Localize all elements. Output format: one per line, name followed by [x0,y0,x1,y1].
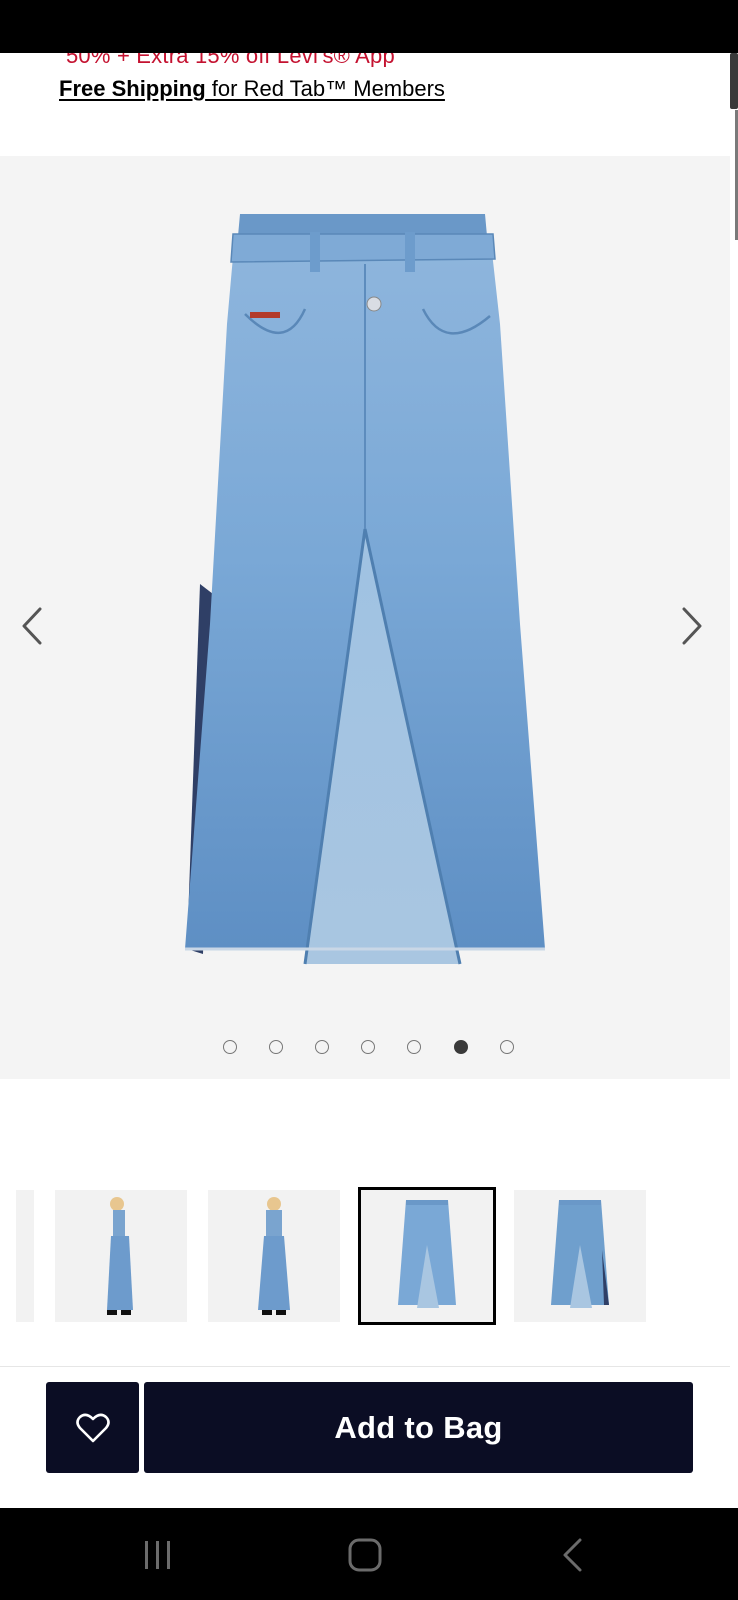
product-image [185,214,545,965]
free-shipping-bold: Free Shipping [59,76,206,101]
back-icon [563,1538,582,1572]
chevron-left-icon [22,607,42,645]
model-side-image [107,1197,133,1315]
carousel-dot[interactable] [315,1040,329,1054]
home-icon [348,1538,382,1572]
thumbnail-partial[interactable] [16,1190,34,1322]
promo-banner: 50% + Extra 15% off Levi's® App [0,53,730,67]
add-to-bag-button[interactable]: Add to Bag [144,1382,693,1473]
home-button[interactable] [335,1530,395,1580]
product-image-carousel[interactable] [0,156,730,1079]
skirt-front-image [398,1200,456,1308]
carousel-dot[interactable] [223,1040,237,1054]
recents-button[interactable] [128,1530,188,1580]
free-shipping-link[interactable]: Free Shipping for Red Tab™ Members [59,76,445,102]
chevron-right-icon [682,607,702,645]
scrollbar-track[interactable] [730,53,738,1507]
promo-text: 50% + Extra 15% off Levi's® App [66,53,395,67]
carousel-prev-button[interactable] [12,596,52,656]
carousel-dot[interactable] [407,1040,421,1054]
thumbnail-skirt-front-selected[interactable] [358,1187,496,1325]
carousel-dots [0,1040,730,1060]
carousel-dot[interactable] [361,1040,375,1054]
carousel-dot[interactable] [500,1040,514,1054]
thumbnail-strip[interactable] [0,1187,730,1327]
back-button[interactable] [542,1530,602,1580]
action-bar-divider [0,1366,730,1367]
model-front-image [258,1197,290,1315]
thumbnail-model-side[interactable] [55,1190,187,1322]
system-navigation-bar [0,1508,738,1600]
skirt-back-image [551,1200,609,1308]
recents-icon [145,1541,170,1569]
carousel-dot-active[interactable] [454,1040,468,1054]
scrollbar-thumb[interactable] [730,53,738,109]
carousel-next-button[interactable] [672,596,712,656]
free-shipping-rest: for Red Tab™ Members [205,76,445,101]
favorite-button[interactable] [46,1382,139,1473]
status-bar [0,0,738,53]
thumbnail-skirt-back[interactable] [514,1190,646,1322]
heart-icon [75,1413,110,1442]
thumbnail-model-front[interactable] [208,1190,340,1322]
carousel-dot[interactable] [269,1040,283,1054]
